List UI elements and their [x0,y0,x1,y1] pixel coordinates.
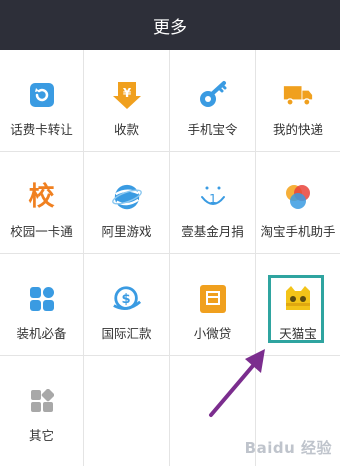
color-circles-icon [283,182,313,212]
grid-item-label: 校园一卡通 [10,224,73,239]
grid-item-label: 其它 [28,428,54,443]
grid-item-tmall-bao[interactable]: 天猫宝 [256,254,340,356]
app-grid-icon [27,284,57,314]
empty-cell [170,356,256,466]
dollar-globe-icon: $ [112,284,142,314]
smiley-donation-icon: 1 [198,182,228,212]
dollar-glyph: $ [121,292,130,307]
grid-item-label: 装机必备 [16,326,67,341]
grid-item-phone-card-transfer[interactable]: 话费卡转让 [0,50,84,152]
grid-item-label: 小微贷 [193,326,232,341]
foundation-glyph: 1 [209,192,217,206]
loan-book-icon [198,284,228,314]
key-icon [198,80,228,110]
grid-item-label: 淘宝手机助手 [260,224,336,239]
highlight-box [268,275,324,343]
yen-down-arrow-icon: ¥ [112,80,142,110]
sim-card-refresh-icon [27,80,57,110]
grid-item-campus-card[interactable]: 校 校园一卡通 [0,152,84,254]
grid-item-phone-token[interactable]: 手机宝令 [170,50,256,152]
grid-item-label: 话费卡转让 [10,122,73,137]
watermark: Baidu 经验 [244,439,332,457]
grid-item-ali-games[interactable]: 阿里游戏 [84,152,170,254]
grid-item-label: 收款 [113,122,139,137]
grid-item-label: 我的快递 [272,122,323,137]
more-screen: 更多 话费卡转让 ¥ 收款 手机宝令 我的快递 校 校园一卡通 阿里游戏 1 壹… [0,0,340,466]
campus-glyph: 校 [28,182,55,212]
grid-item-label: 手机宝令 [187,122,238,137]
service-grid: 话费卡转让 ¥ 收款 手机宝令 我的快递 校 校园一卡通 阿里游戏 1 壹基金月… [0,50,340,466]
grid-item-micro-loan[interactable]: 小微贷 [170,254,256,356]
grid-item-collect-payment[interactable]: ¥ 收款 [84,50,170,152]
header-bar: 更多 [0,0,340,50]
more-grid-icon [27,386,57,416]
grid-item-other[interactable]: 其它 [0,356,84,466]
grid-item-label: 国际汇款 [101,326,152,341]
empty-cell [84,356,170,466]
grid-item-label: 阿里游戏 [101,224,152,239]
grid-item-taobao-helper[interactable]: 淘宝手机助手 [256,152,340,254]
page-title: 更多 [153,17,187,38]
grid-item-one-foundation[interactable]: 1 壹基金月捐 [170,152,256,254]
grid-item-label: 壹基金月捐 [181,224,244,239]
grid-item-my-delivery[interactable]: 我的快递 [256,50,340,152]
campus-card-icon: 校 [27,182,57,212]
svg-text:¥: ¥ [122,86,131,100]
grid-item-must-have-apps[interactable]: 装机必备 [0,254,84,356]
grid-item-intl-remittance[interactable]: $ 国际汇款 [84,254,170,356]
game-planet-icon [111,182,142,212]
delivery-truck-icon [283,80,313,110]
